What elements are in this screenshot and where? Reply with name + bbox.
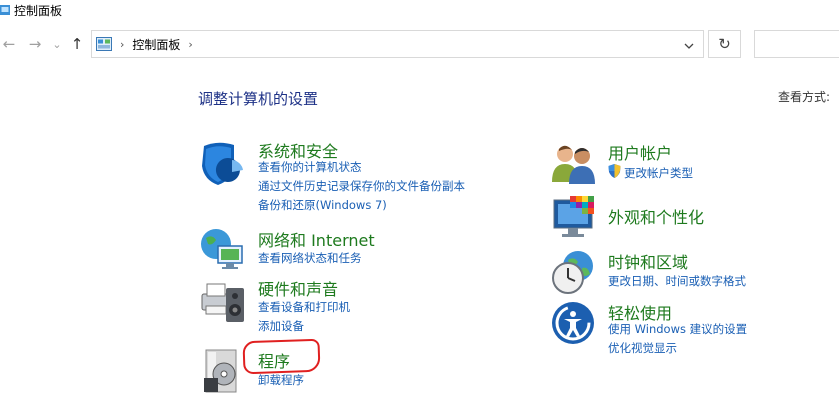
address-bar[interactable]: › 控制面板 › xyxy=(91,30,704,58)
link-network-status[interactable]: 查看网络状态和任务 xyxy=(258,250,362,266)
category-title[interactable]: 时钟和区域 xyxy=(608,249,688,273)
clock-globe-icon[interactable] xyxy=(550,248,598,296)
navigation-bar: ← → ⌄ ↑ › 控制面板 › ↻ xyxy=(0,26,839,62)
title-bar: 控制面板 xyxy=(0,0,839,20)
address-dropdown-icon[interactable] xyxy=(683,37,695,56)
link-add-device[interactable]: 添加设备 xyxy=(258,318,304,334)
link-optimize-visual-display[interactable]: 优化视觉显示 xyxy=(608,340,677,356)
link-change-date-time-format[interactable]: 更改日期、时间或数字格式 xyxy=(608,273,746,289)
shield-icon[interactable] xyxy=(198,140,246,186)
chevron-down-icon: ⌄ xyxy=(52,37,62,51)
recent-locations-button[interactable]: ⌄ xyxy=(48,34,66,54)
network-globe-icon[interactable] xyxy=(198,226,246,272)
window-title: 控制面板 xyxy=(14,3,63,18)
search-input[interactable] xyxy=(754,30,839,58)
page-title: 调整计算机的设置 xyxy=(198,90,319,108)
forward-arrow-icon: → xyxy=(28,35,42,53)
printer-speaker-icon[interactable] xyxy=(198,278,246,328)
uac-shield-icon xyxy=(608,164,621,178)
category-system-security: 系统和安全 查看你的计算机状态 通过文件历史记录保存你的文件备份副本 备份和还原… xyxy=(198,138,518,214)
ease-of-access-icon[interactable] xyxy=(550,300,596,346)
breadcrumb-separator-icon: › xyxy=(120,37,125,51)
category-user-accounts: 用户帐户 更改帐户类型 xyxy=(550,140,770,186)
category-hardware-sound: 硬件和声音 查看设备和打印机 添加设备 xyxy=(198,276,458,334)
category-title[interactable]: 网络和 Internet xyxy=(258,227,375,251)
category-appearance: 外观和个性化 xyxy=(550,194,770,242)
link-windows-recommended-settings[interactable]: 使用 Windows 建议的设置 xyxy=(608,321,747,337)
users-icon[interactable] xyxy=(550,140,598,184)
refresh-button[interactable]: ↻ xyxy=(708,30,741,58)
breadcrumb-control-panel[interactable]: 控制面板 xyxy=(132,36,180,53)
link-backup-restore[interactable]: 备份和还原(Windows 7) xyxy=(258,197,387,213)
monitor-palette-icon[interactable] xyxy=(550,194,598,242)
control-panel-icon xyxy=(0,5,10,15)
forward-button[interactable]: → xyxy=(26,34,44,54)
highlight-circle xyxy=(242,338,321,375)
refresh-icon: ↻ xyxy=(718,35,731,53)
category-clock-region: 时钟和区域 更改日期、时间或数字格式 xyxy=(550,248,790,296)
category-title[interactable]: 外观和个性化 xyxy=(608,204,704,228)
category-title[interactable]: 用户帐户 xyxy=(608,140,672,164)
up-arrow-icon: ↑ xyxy=(70,35,84,53)
up-button[interactable]: ↑ xyxy=(68,34,86,54)
programs-disc-icon[interactable] xyxy=(202,348,242,394)
category-title[interactable]: 硬件和声音 xyxy=(258,276,338,300)
back-arrow-icon: ← xyxy=(2,35,16,53)
category-network-internet: 网络和 Internet 查看网络状态和任务 xyxy=(198,226,458,270)
breadcrumb-separator-icon[interactable]: › xyxy=(188,38,192,51)
link-change-account-type[interactable]: 更改帐户类型 xyxy=(624,165,693,181)
category-ease-of-access: 轻松使用 使用 Windows 建议的设置 优化视觉显示 xyxy=(550,300,790,360)
view-by-label[interactable]: 查看方式: xyxy=(778,88,830,105)
control-panel-icon xyxy=(96,37,112,51)
back-button[interactable]: ← xyxy=(0,34,18,54)
link-file-history-backup[interactable]: 通过文件历史记录保存你的文件备份副本 xyxy=(258,178,465,194)
link-view-computer-status[interactable]: 查看你的计算机状态 xyxy=(258,159,362,175)
link-uninstall-program[interactable]: 卸载程序 xyxy=(258,372,304,388)
link-devices-printers[interactable]: 查看设备和打印机 xyxy=(258,299,350,315)
